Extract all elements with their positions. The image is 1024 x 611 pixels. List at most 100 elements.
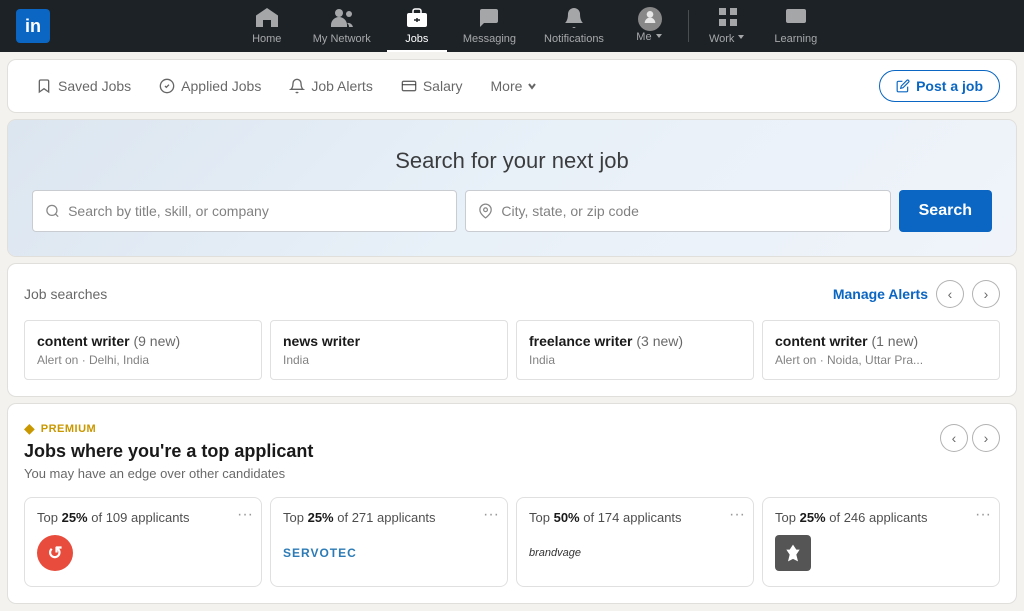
- tab-more[interactable]: More: [479, 70, 551, 102]
- post-job-button[interactable]: Post a job: [879, 70, 1000, 102]
- job-search-card-title-3: content writer (1 new): [775, 333, 987, 349]
- location-search-input[interactable]: [501, 203, 877, 219]
- job-search-card-0[interactable]: content writer (9 new) Alert on · Delhi,…: [24, 320, 262, 380]
- tab-saved-jobs-label: Saved Jobs: [58, 78, 131, 94]
- tab-salary-label: Salary: [423, 78, 463, 94]
- nav-item-work[interactable]: Work: [697, 0, 758, 52]
- job-search-card-sub-3: Alert on · Noida, Uttar Pra...: [775, 353, 987, 367]
- nav-item-notifications[interactable]: Notifications: [532, 0, 616, 52]
- nav-item-jobs-label: Jobs: [405, 33, 428, 45]
- premium-prev-arrow[interactable]: ‹: [940, 424, 968, 452]
- premium-card-logo-1: SERVOTEC: [283, 535, 495, 571]
- network-icon: [330, 6, 354, 30]
- location-search-wrap: [465, 190, 890, 232]
- linkedin-logo[interactable]: in: [16, 9, 50, 43]
- tab-job-alerts[interactable]: Job Alerts: [277, 70, 384, 102]
- learning-icon: [784, 6, 808, 30]
- nav-item-learning[interactable]: Learning: [762, 0, 829, 52]
- tab-job-alerts-label: Job Alerts: [311, 78, 372, 94]
- diamond-icon: ◆: [24, 420, 35, 437]
- chevron-down-icon: [654, 31, 664, 41]
- job-search-card-title-0: content writer (9 new): [37, 333, 249, 349]
- premium-section: ◆ PREMIUM Jobs where you're a top applic…: [8, 404, 1016, 603]
- salary-icon: [401, 78, 417, 94]
- nav-item-me[interactable]: Me: [620, 0, 680, 52]
- more-options-0[interactable]: ···: [237, 506, 253, 524]
- title-search-input[interactable]: [68, 203, 444, 219]
- tab-saved-jobs[interactable]: Saved Jobs: [24, 70, 143, 102]
- premium-card-0[interactable]: ··· Top 25% of 109 applicants ↺: [24, 497, 262, 587]
- job-search-cards: content writer (9 new) Alert on · Delhi,…: [24, 320, 1000, 380]
- nav-divider: [688, 10, 689, 42]
- premium-badge: ◆ PREMIUM: [24, 420, 313, 437]
- premium-card-logo-2: brandvage: [529, 535, 741, 571]
- nav-item-notifications-label: Notifications: [544, 33, 604, 45]
- premium-cards: ··· Top 25% of 109 applicants ↺ ··· Top …: [24, 497, 1000, 587]
- navbar: in Home My Network Jobs Messaging Notifi…: [0, 0, 1024, 52]
- premium-card-logo-0: ↺: [37, 535, 249, 571]
- nav-item-messaging-label: Messaging: [463, 33, 516, 45]
- edit-icon: [896, 79, 910, 93]
- premium-card-2[interactable]: ··· Top 50% of 174 applicants brandvage: [516, 497, 754, 587]
- tab-more-label: More: [491, 78, 523, 94]
- premium-heading: Jobs where you're a top applicant: [24, 441, 313, 462]
- company-logo-2: brandvage: [529, 547, 581, 559]
- more-options-1[interactable]: ···: [483, 506, 499, 524]
- job-search-card-2[interactable]: freelance writer (3 new) India: [516, 320, 754, 380]
- search-hero: Search for your next job Search: [8, 120, 1016, 256]
- tab-salary[interactable]: Salary: [389, 70, 475, 102]
- job-searches-nav: Manage Alerts ‹ ›: [833, 280, 1000, 308]
- checkmark-icon: [159, 78, 175, 94]
- nav-item-home[interactable]: Home: [237, 0, 297, 52]
- premium-card-1[interactable]: ··· Top 25% of 271 applicants SERVOTEC: [270, 497, 508, 587]
- job-search-card-3[interactable]: content writer (1 new) Alert on · Noida,…: [762, 320, 1000, 380]
- nav-item-messaging[interactable]: Messaging: [451, 0, 528, 52]
- tabs-bar: Saved Jobs Applied Jobs Job Alerts Salar…: [8, 60, 1016, 112]
- chevron-down-work-icon: [736, 32, 746, 42]
- premium-card-logo-3: [775, 535, 987, 571]
- company-logo-1: SERVOTEC: [283, 546, 357, 560]
- nav-item-home-label: Home: [252, 33, 281, 45]
- prev-arrow[interactable]: ‹: [936, 280, 964, 308]
- nav-item-jobs[interactable]: Jobs: [387, 0, 447, 52]
- more-options-3[interactable]: ···: [975, 506, 991, 524]
- nav-item-network-label: My Network: [313, 33, 371, 45]
- premium-card-3[interactable]: ··· Top 25% of 246 applicants: [762, 497, 1000, 587]
- job-searches-header: Job searches Manage Alerts ‹ ›: [24, 280, 1000, 308]
- premium-next-arrow[interactable]: ›: [972, 424, 1000, 452]
- company-logo-0: ↺: [37, 535, 73, 571]
- tabs-left: Saved Jobs Applied Jobs Job Alerts Salar…: [24, 70, 879, 102]
- premium-card-stat-1: Top 25% of 271 applicants: [283, 510, 495, 525]
- nav-item-work-label: Work: [709, 32, 746, 45]
- tab-applied-jobs-label: Applied Jobs: [181, 78, 261, 94]
- search-button[interactable]: Search: [899, 190, 992, 232]
- nav-item-learning-label: Learning: [774, 33, 817, 45]
- bell-small-icon: [289, 78, 305, 94]
- premium-card-stat-0: Top 25% of 109 applicants: [37, 510, 249, 525]
- search-inputs: Search: [32, 190, 992, 232]
- job-search-card-title-2: freelance writer (3 new): [529, 333, 741, 349]
- messaging-icon: [477, 6, 501, 30]
- chevron-down-more-icon: [526, 80, 538, 92]
- nav-item-network[interactable]: My Network: [301, 0, 383, 52]
- tab-applied-jobs[interactable]: Applied Jobs: [147, 70, 273, 102]
- premium-card-stat-3: Top 25% of 246 applicants: [775, 510, 987, 525]
- premium-card-stat-2: Top 50% of 174 applicants: [529, 510, 741, 525]
- nav-items: Home My Network Jobs Messaging Notificat…: [58, 0, 1008, 52]
- job-search-card-title-1: news writer: [283, 333, 495, 349]
- company-logo-3: [775, 535, 811, 571]
- home-icon: [255, 6, 279, 30]
- manage-alerts-link[interactable]: Manage Alerts: [833, 286, 928, 302]
- search-hero-title: Search for your next job: [32, 148, 992, 174]
- avatar: [638, 7, 662, 31]
- premium-label: PREMIUM: [41, 423, 96, 435]
- more-options-2[interactable]: ···: [729, 506, 745, 524]
- grid-icon: [716, 5, 740, 29]
- premium-sub: You may have an edge over other candidat…: [24, 466, 313, 481]
- job-search-card-1[interactable]: news writer India: [270, 320, 508, 380]
- job-search-card-sub-1: India: [283, 353, 495, 367]
- next-arrow[interactable]: ›: [972, 280, 1000, 308]
- main-container: Saved Jobs Applied Jobs Job Alerts Salar…: [8, 52, 1016, 611]
- bookmark-icon: [36, 78, 52, 94]
- job-search-card-sub-2: India: [529, 353, 741, 367]
